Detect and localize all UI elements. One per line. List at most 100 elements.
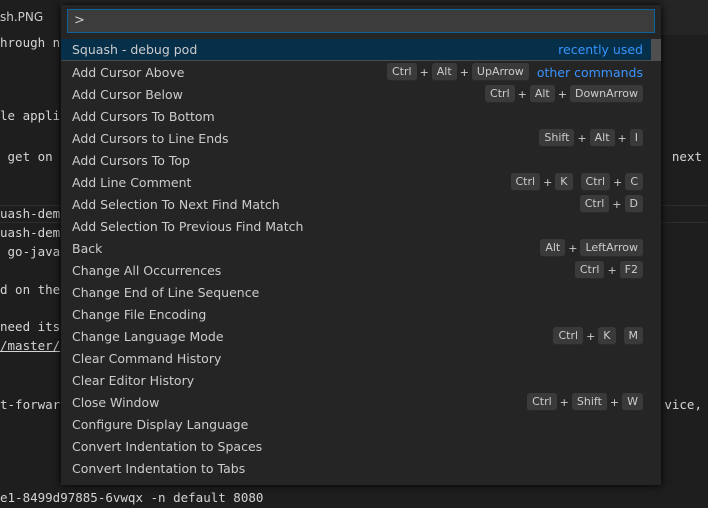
code-line: t-forwar [0,397,61,412]
code-line-end: vice, [664,397,702,412]
key-cap: M [623,327,643,345]
keybinding: Ctrl + Alt + UpArrow [382,63,529,81]
command-label: Clear Editor History [72,372,195,388]
command-item[interactable]: Clear Command History [61,347,661,369]
command-label: Add Line Comment [72,174,192,190]
scrollbar[interactable] [651,39,661,61]
command-item[interactable]: Change End of Line Sequence [61,281,661,303]
code-line: le appli [0,108,61,123]
code-line: /master/ [0,338,61,353]
command-item[interactable]: Change All Occurrences Ctrl + F2 [61,259,661,281]
key-cap: W [622,393,643,411]
command-label: Add Selection To Previous Find Match [72,218,304,234]
command-item[interactable]: Close Window Ctrl + Shift + W [61,391,661,413]
key-cap: Ctrl [485,85,515,103]
key-chord: Ctrl + Alt + UpArrow [386,63,529,81]
command-group-tag: other commands [536,64,643,80]
key-cap: Ctrl [527,393,557,411]
plus-sign: + [459,65,469,79]
key-cap: Alt [589,129,615,147]
command-item[interactable]: Add Line Comment Ctrl + K Ctrl + C [61,171,661,193]
keybinding: Ctrl + K Ctrl + C [506,173,643,191]
plus-sign: + [617,131,627,145]
command-input[interactable]: > [67,9,655,33]
key-chord: Ctrl + Shift + W [527,393,643,411]
keybinding: Ctrl + Shift + W [522,393,643,411]
command-item[interactable]: Configure Display Language [61,413,661,435]
plus-sign: + [517,87,527,101]
command-item[interactable]: Back Alt + LeftArrow [61,237,661,259]
command-item[interactable]: Convert Indentation to Spaces [61,435,661,457]
key-cap: Alt [540,239,566,257]
code-line: get on [0,149,53,164]
key-chord: Ctrl + D [579,195,643,213]
command-label: Convert Indentation to Spaces [72,438,263,454]
plus-sign: + [613,175,623,189]
key-cap: Shift [571,393,607,411]
command-item[interactable]: Change Language Mode Ctrl + K M [61,325,661,347]
command-label: Add Cursor Below [72,86,183,102]
key-cap: UpArrow [471,63,529,81]
command-label: Squash - debug pod [72,42,198,57]
plus-sign: + [557,87,567,101]
command-item[interactable]: Add Cursors To Bottom [61,105,661,127]
command-item[interactable]: Add Cursors to Line Ends Shift + Alt + I [61,127,661,149]
key-chord: Ctrl + K [510,173,573,191]
plus-sign: + [568,241,578,255]
command-item[interactable]: Convert Indentation to Tabs [61,457,661,479]
command-label: Change Language Mode [72,328,224,344]
command-label: Add Cursors To Top [72,152,190,168]
command-item[interactable]: Change File Encoding [61,303,661,325]
code-line: need its [0,319,61,334]
command-palette: > Squash - debug pod recently used Add Cur… [61,5,661,485]
key-chord: Ctrl + C [580,173,643,191]
command-item[interactable]: Add Cursor Above Ctrl + Alt + UpArrow other co… [61,61,661,83]
key-chord: Ctrl + F2 [574,261,643,279]
key-chord: Ctrl + Alt + DownArrow [485,85,643,103]
command-label: Clear Command History [72,350,222,366]
key-cap: Ctrl [510,173,541,191]
key-cap: Ctrl [574,261,605,279]
command-list: Squash - debug pod recently used Add Curso… [61,39,661,479]
key-cap: K [555,173,573,191]
code-line: d on the [0,282,61,297]
command-item[interactable]: Add Selection To Previous Find Match [61,215,661,237]
plus-sign: + [419,65,429,79]
key-cap: K [598,327,616,345]
command-label: Close Window [72,394,160,410]
command-item[interactable]: Squash - debug pod recently used [61,39,661,61]
key-cap: LeftArrow [580,239,643,257]
key-cap: Ctrl [553,327,584,345]
key-chord: Alt + LeftArrow [540,239,643,257]
command-group-tag: recently used [558,42,643,57]
command-item[interactable]: Clear Editor History [61,369,661,391]
plus-sign: + [612,197,622,211]
code-line: go-java [0,244,61,259]
key-cap: Ctrl [386,63,417,81]
key-cap: Ctrl [579,195,610,213]
keybinding: Ctrl + D [575,195,643,213]
command-label: Convert Indentation to Tabs [72,460,246,476]
key-cap: Alt [431,63,457,81]
key-cap: C [625,173,643,191]
key-chord: M [623,327,643,345]
command-item[interactable]: Add Cursors To Top [61,149,661,171]
command-item[interactable]: Add Cursor Below Ctrl + Alt + DownArrow [61,83,661,105]
key-cap: Ctrl [580,173,611,191]
command-label: Add Selection To Next Find Match [72,196,280,212]
editor-tab[interactable]: sh.PNG [0,0,60,35]
key-cap: Alt [529,85,555,103]
command-label: Add Cursors To Bottom [72,108,215,124]
code-line: e1-8499d97885-6vwqx -n default 8080 [0,490,264,505]
key-cap: D [624,195,643,213]
plus-sign: + [607,263,617,277]
keybinding: Ctrl + K M [548,327,643,345]
key-chord: Shift + Alt + I [539,129,643,147]
keybinding: Shift + Alt + I [534,129,643,147]
key-cap: Shift [539,129,575,147]
keybinding: Ctrl + Alt + DownArrow [480,85,643,103]
command-item[interactable]: Add Selection To Next Find Match Ctrl + D [61,193,661,215]
plus-sign: + [559,395,569,409]
code-line: hrough n [0,35,61,50]
command-label: Change All Occurrences [72,262,222,278]
